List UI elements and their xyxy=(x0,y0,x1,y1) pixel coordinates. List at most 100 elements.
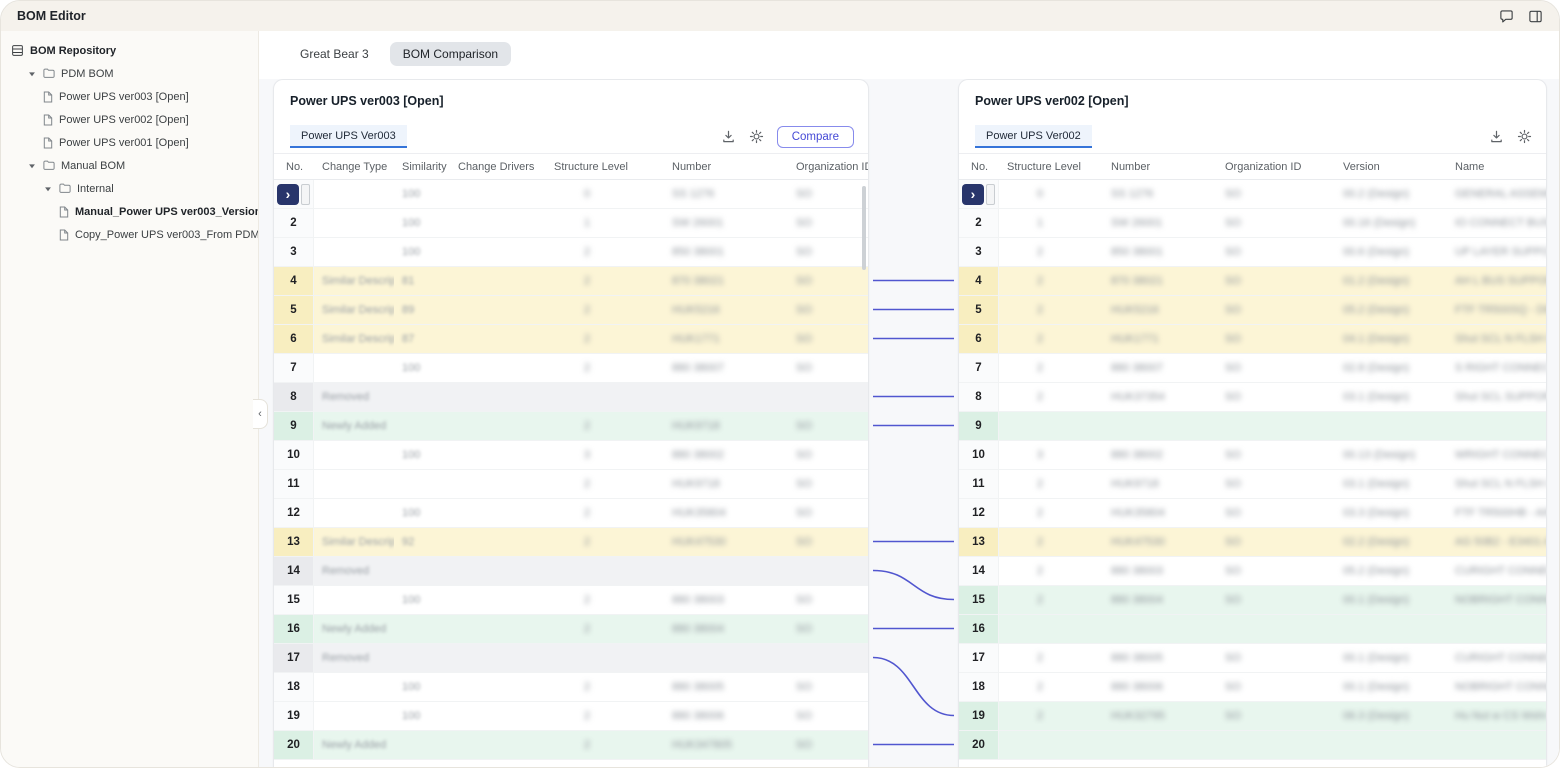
file-icon xyxy=(43,114,53,126)
table-cell: 05.2 (Design) xyxy=(1335,557,1447,585)
table-cell: SO xyxy=(788,354,868,382)
table-row[interactable]: 142880 38003SO05.2 (Design)CURIGHT CONNE… xyxy=(959,557,1546,586)
table-cell: SO xyxy=(788,673,868,701)
bom-version-tab-ver003[interactable]: Power UPS Ver003 xyxy=(290,125,407,148)
expand-row-button[interactable]: › xyxy=(962,184,984,205)
table-row[interactable]: 121002HUK35804SO xyxy=(274,499,868,528)
table-row[interactable]: 20Newly Added2HUK347805SO xyxy=(274,731,868,760)
table-cell: 880 38006 xyxy=(1103,673,1217,701)
row-drag-handle[interactable] xyxy=(301,184,310,205)
table-cell xyxy=(788,644,868,672)
tree-item[interactable]: Manual BOM xyxy=(1,154,258,177)
table-row[interactable]: 112HUK9718SO03.1 (Design)Shut SCL N FLSH… xyxy=(959,470,1546,499)
table-row[interactable]: 4Similar Descriptio812870 38021SO xyxy=(274,267,868,296)
table-row[interactable]: ›0SS 1276SO00.2 (Design)GENERAL ASSEMB xyxy=(959,180,1546,209)
table-row[interactable]: 42870 38021SO01.2 (Design)AH L BUS SUPPO… xyxy=(959,267,1546,296)
table-cell: HUK37354 xyxy=(1103,383,1217,411)
table-row[interactable]: 181002880 38005SO xyxy=(274,673,868,702)
table-cell: 880 38004 xyxy=(1103,586,1217,614)
download-icon[interactable] xyxy=(721,129,736,144)
table-row[interactable]: 5Similar Descriptio892HUK5216SO xyxy=(274,296,868,325)
right-panel-title: Power UPS ver002 [Open] xyxy=(959,80,1546,120)
tab-bom-comparison[interactable]: BOM Comparison xyxy=(390,42,511,66)
caret-down-icon[interactable] xyxy=(27,70,37,78)
caret-down-icon[interactable] xyxy=(43,185,53,193)
compare-button[interactable]: Compare xyxy=(777,126,854,148)
table-cell xyxy=(314,499,394,527)
row-number-cell: 13 xyxy=(959,528,999,556)
table-row[interactable]: 132HUK47530SO02.2 (Design)AG 50B2 - E340… xyxy=(959,528,1546,557)
table-row[interactable]: 112HUK9718SO xyxy=(274,470,868,499)
tree-item[interactable]: PDM BOM xyxy=(1,62,258,85)
table-row[interactable]: 172880 38005SO00.1 (Design)CURIGHT CONNE… xyxy=(959,644,1546,673)
tree-item-label: Power UPS ver001 [Open] xyxy=(59,137,189,149)
table-row[interactable]: 9Newly Added2HUK9718SO xyxy=(274,412,868,441)
table-row[interactable]: 72880 38007SO02.8 (Design)S RIGHT CONNEC… xyxy=(959,354,1546,383)
table-row[interactable]: 16 xyxy=(959,615,1546,644)
table-row[interactable]: 32850 38001SO00.6 (Design)UP LAYER SUPPO… xyxy=(959,238,1546,267)
tree-item[interactable]: Copy_Power UPS ver003_From PDM [Open] xyxy=(1,223,258,246)
column-header: Number xyxy=(1103,161,1217,173)
table-row[interactable]: ›1000SS 1276SO xyxy=(274,180,868,209)
table-row[interactable]: 103880 38002SO00.13 (Design)WRIGHT CONNE… xyxy=(959,441,1546,470)
tab-great-bear-3[interactable]: Great Bear 3 xyxy=(287,42,382,66)
vertical-scrollbar[interactable] xyxy=(862,186,866,270)
tree-item[interactable]: Power UPS ver002 [Open] xyxy=(1,108,258,131)
download-icon[interactable] xyxy=(1489,129,1504,144)
table-cell: SO xyxy=(788,180,868,208)
sidebar-collapse-handle[interactable]: ‹ xyxy=(253,399,268,429)
table-row[interactable]: 182880 38006SO00.1 (Design)NOBRIGHT CONN… xyxy=(959,673,1546,702)
table-cell xyxy=(314,673,394,701)
caret-down-icon[interactable] xyxy=(27,162,37,170)
tree-item-label: Manual_Power UPS ver003_Version 1 [Open] xyxy=(75,206,259,218)
table-cell: Hu Nut w CS Wshr N xyxy=(1447,702,1546,730)
row-number-cell: 15 xyxy=(959,586,999,614)
table-row[interactable]: 20 xyxy=(959,731,1546,760)
table-cell xyxy=(450,702,546,730)
tree-item[interactable]: BOM Repository xyxy=(1,39,258,62)
tree-item[interactable]: Internal xyxy=(1,177,258,200)
table-row[interactable]: 192HUK32795SO06.3 (Design)Hu Nut w CS Ws… xyxy=(959,702,1546,731)
folder-icon xyxy=(43,68,55,79)
row-number-cell: 17 xyxy=(274,644,314,672)
table-row[interactable]: 52HUK5216SO05.2 (Design)FTF TR500SQ - D6… xyxy=(959,296,1546,325)
table-row[interactable]: 151002880 38003SO xyxy=(274,586,868,615)
table-cell: 2 xyxy=(999,325,1103,353)
table-row[interactable]: 122HUK35804SO03.3 (Design)FTF TR500HB - … xyxy=(959,499,1546,528)
table-row[interactable]: 62HUK1771SO04.1 (Design)Shut SCL N FLSH … xyxy=(959,325,1546,354)
table-row[interactable]: 6Similar Descriptio872HUK1771SO xyxy=(274,325,868,354)
table-row[interactable]: 16Newly Added2880 38004SO xyxy=(274,615,868,644)
row-drag-handle[interactable] xyxy=(986,184,995,205)
table-row[interactable]: 9 xyxy=(959,412,1546,441)
table-cell xyxy=(1447,731,1546,759)
sidebar-tree: BOM RepositoryPDM BOMPower UPS ver003 [O… xyxy=(1,39,258,246)
comment-icon[interactable] xyxy=(1499,9,1514,24)
table-cell xyxy=(664,383,788,411)
table-cell: SO xyxy=(788,586,868,614)
table-row[interactable]: 152880 38004SO00.1 (Design)NOBRIGHT CONN… xyxy=(959,586,1546,615)
table-cell: 3 xyxy=(999,441,1103,469)
tree-item[interactable]: Power UPS ver001 [Open] xyxy=(1,131,258,154)
table-row[interactable]: 21SW 26001SO00.16 (Design)IO CONNECT BUS… xyxy=(959,209,1546,238)
tree-item[interactable]: Power UPS ver003 [Open] xyxy=(1,85,258,108)
table-row[interactable]: 21001SW 26001SO xyxy=(274,209,868,238)
gear-icon[interactable] xyxy=(1517,129,1532,144)
table-row[interactable]: 31002850 38001SO xyxy=(274,238,868,267)
table-row[interactable]: 191002880 38006SO xyxy=(274,702,868,731)
tree-item[interactable]: Manual_Power UPS ver003_Version 1 [Open] xyxy=(1,200,258,223)
bom-version-tab-ver002[interactable]: Power UPS Ver002 xyxy=(975,125,1092,148)
gear-icon[interactable] xyxy=(749,129,764,144)
table-row[interactable]: 82HUK37354SO03.1 (Design)Shut SCL SUPPOR… xyxy=(959,383,1546,412)
table-cell: SO xyxy=(788,296,868,324)
table-row[interactable]: 101003880 38002SO xyxy=(274,441,868,470)
table-cell xyxy=(1103,615,1217,643)
table-row[interactable]: 71002880 38007SO xyxy=(274,354,868,383)
table-row[interactable]: 13Similar Descriptio922HUK47530SO xyxy=(274,528,868,557)
table-row[interactable]: 14Removed xyxy=(274,557,868,586)
table-cell: SO xyxy=(1217,470,1335,498)
table-row[interactable]: 17Removed xyxy=(274,644,868,673)
table-row[interactable]: 8Removed xyxy=(274,383,868,412)
expand-row-button[interactable]: › xyxy=(277,184,299,205)
table-cell: SO xyxy=(1217,238,1335,266)
side-panel-toggle-icon[interactable] xyxy=(1528,9,1543,24)
